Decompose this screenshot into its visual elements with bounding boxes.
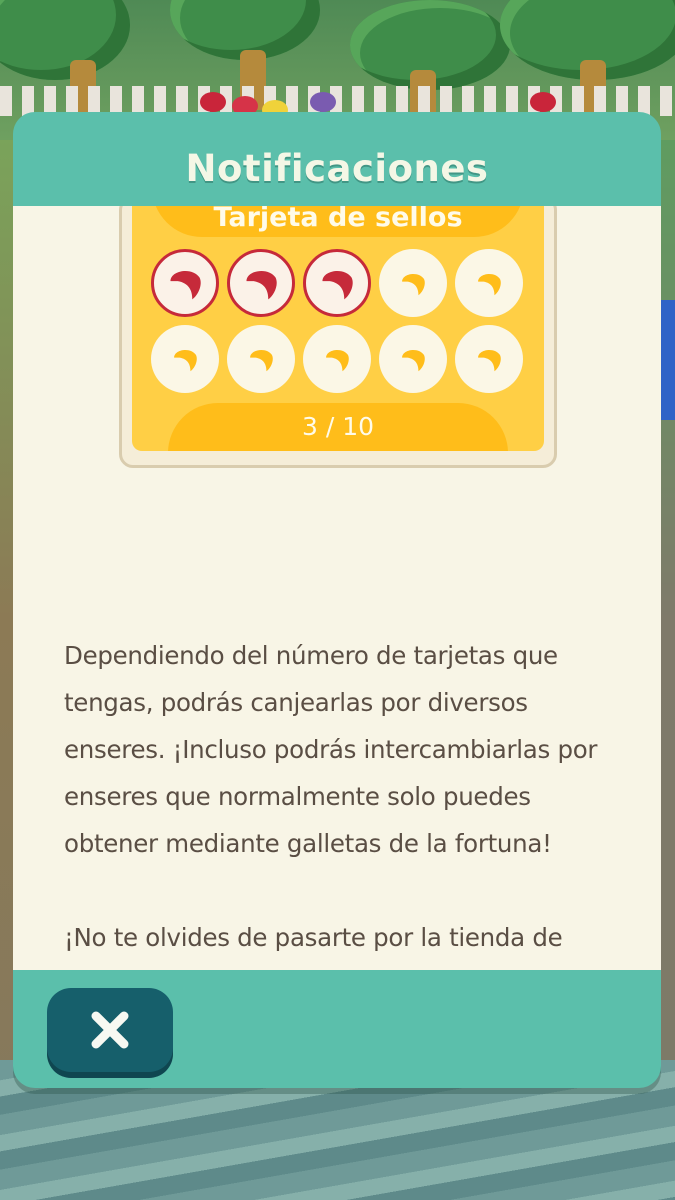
stamp-empty <box>379 249 447 317</box>
dialog-body[interactable]: Tarjeta de sellos 3 / 10 Dependiendo del… <box>13 206 661 970</box>
dialog-title: Notificaciones <box>185 146 489 190</box>
fortune-cookie-icon <box>250 349 273 372</box>
dialog-header: Notificaciones <box>13 112 661 206</box>
fortune-cookie-icon <box>402 273 425 296</box>
close-x-icon <box>91 1011 129 1049</box>
flower <box>530 92 556 112</box>
stamp-empty <box>455 325 523 393</box>
fortune-cookie-icon <box>326 349 349 372</box>
stamp-grid <box>151 249 531 393</box>
fortune-cookie-icon <box>174 349 197 372</box>
flower <box>310 92 336 112</box>
stamp-filled <box>151 249 219 317</box>
info-paragraph-1: Dependiendo del número de tarjetas que t… <box>64 641 598 858</box>
stamp-card-title: Tarjeta de sellos <box>213 206 463 233</box>
stamp-progress: 3 / 10 <box>301 412 375 441</box>
stamp-empty <box>227 325 295 393</box>
info-paragraph-2: ¡No te olvides de pasarte por la tienda … <box>64 923 563 952</box>
dialog-footer <box>13 970 661 1088</box>
fortune-cookie-icon <box>246 270 277 300</box>
stamp-filled <box>303 249 371 317</box>
stamp-card-frame: Tarjeta de sellos 3 / 10 <box>119 206 557 468</box>
stamp-empty <box>379 325 447 393</box>
notification-dialog: Notificaciones Tarjeta de sellos 3 / 10 … <box>13 112 661 1088</box>
fortune-cookie-icon <box>478 273 501 296</box>
stamp-empty <box>303 325 371 393</box>
stamp-filled <box>227 249 295 317</box>
fortune-cookie-icon <box>478 349 501 372</box>
stamp-empty <box>151 325 219 393</box>
fortune-cookie-icon <box>322 270 353 300</box>
fortune-cookie-icon <box>170 270 201 300</box>
flower <box>200 92 226 112</box>
fortune-cookie-icon <box>402 349 425 372</box>
close-button[interactable] <box>47 988 173 1072</box>
stamp-empty <box>455 249 523 317</box>
stamp-card: Tarjeta de sellos 3 / 10 <box>132 206 544 451</box>
